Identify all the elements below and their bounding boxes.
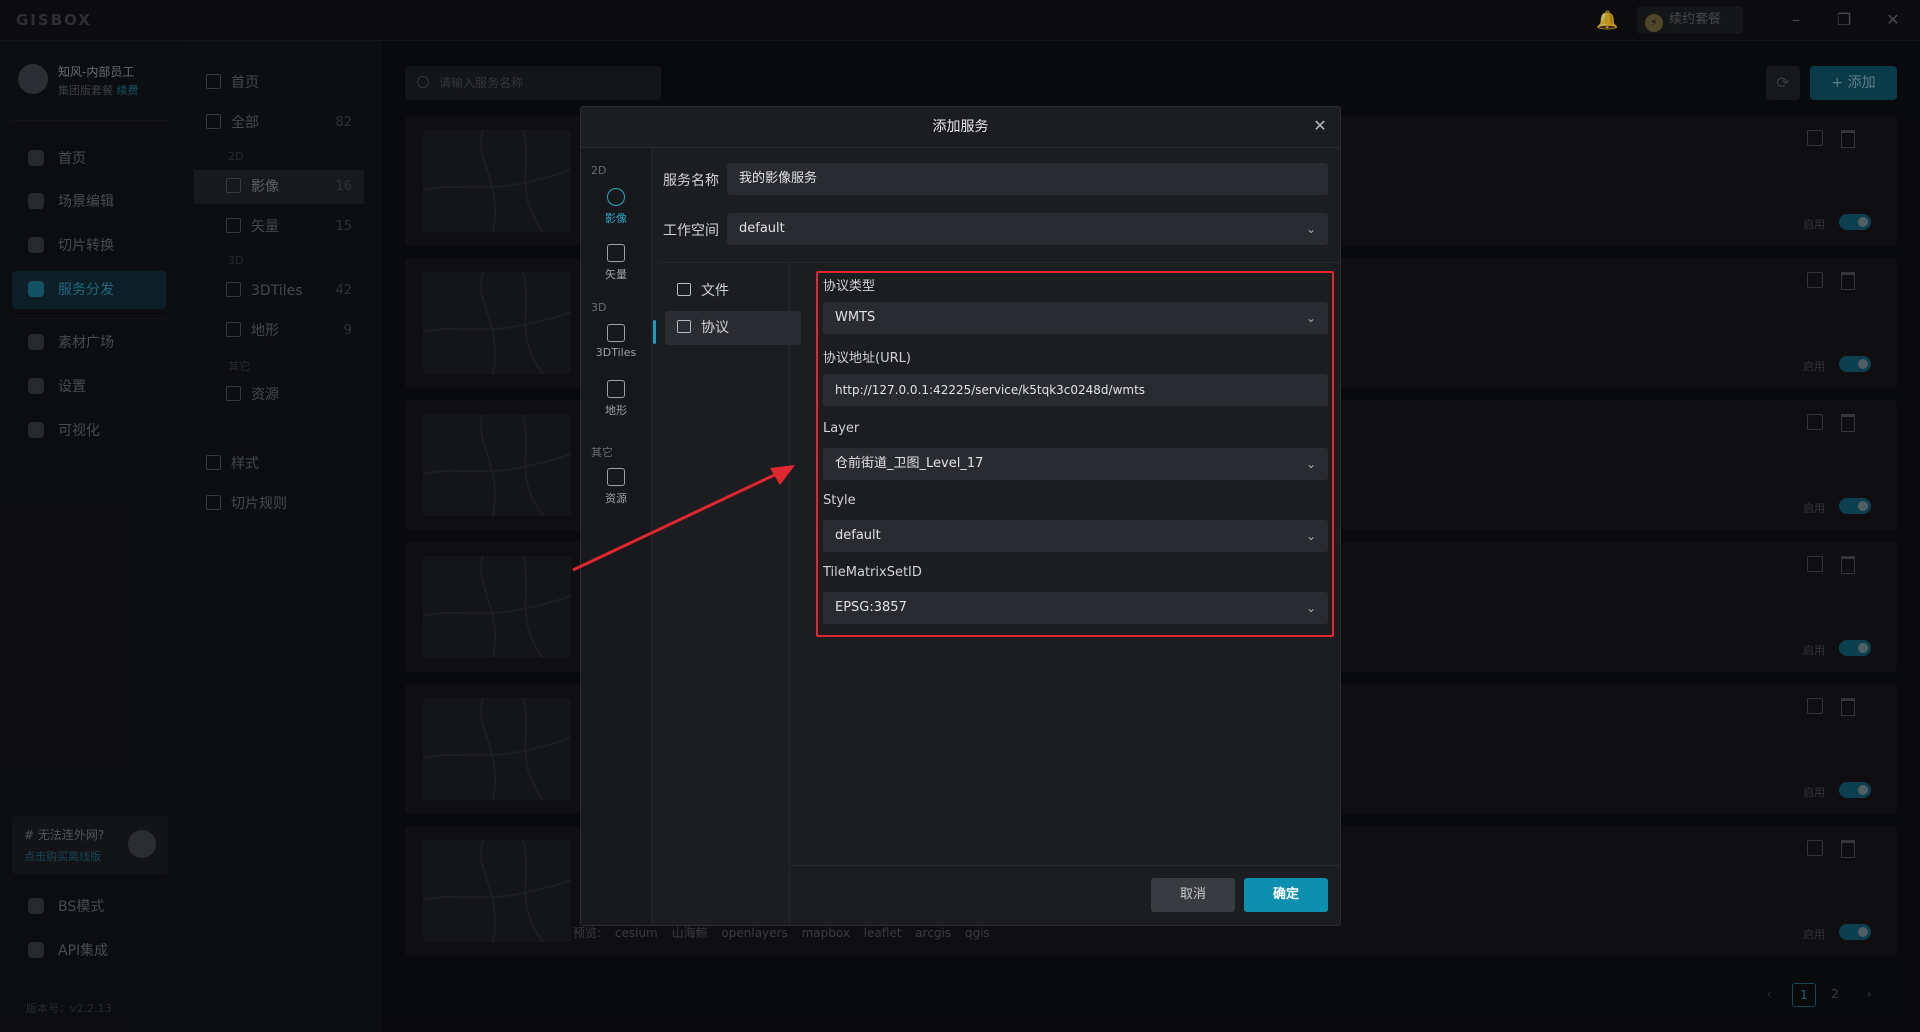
tab-protocol[interactable]: 协议: [665, 311, 801, 345]
type-group-2d: 2D: [591, 164, 607, 177]
workspace-select[interactable]: default ⌄: [727, 213, 1328, 245]
resource-icon: [607, 468, 625, 486]
cube-icon: [607, 324, 625, 342]
chevron-down-icon: ⌄: [1305, 222, 1316, 236]
type-imagery[interactable]: 影像: [581, 188, 651, 226]
cancel-button[interactable]: 取消: [1151, 878, 1235, 912]
service-name-label: 服务名称: [663, 173, 719, 189]
dialog-footer-divider: [791, 865, 1340, 866]
type-3dtiles[interactable]: 3DTiles: [581, 324, 651, 359]
type-resource[interactable]: 资源: [581, 468, 651, 506]
folder-icon: [677, 283, 691, 296]
service-type-sidebar: 2D 影像 矢量 3D 3DTiles 地形 其它 资源: [581, 148, 652, 925]
protocol-icon: [677, 320, 691, 333]
source-tabs: [659, 262, 790, 926]
type-terrain[interactable]: 地形: [581, 380, 651, 418]
tab-file[interactable]: 文件: [665, 274, 801, 308]
type-group-other: 其它: [591, 446, 613, 459]
dialog-title: 添加服务: [581, 107, 1340, 148]
active-tab-indicator: [653, 320, 656, 344]
type-group-3d: 3D: [591, 301, 607, 314]
satellite-icon: [607, 188, 625, 206]
vector-icon: [607, 244, 625, 262]
confirm-button[interactable]: 确定: [1244, 878, 1328, 912]
mountain-icon: [607, 380, 625, 398]
workspace-label: 工作空间: [663, 223, 719, 239]
highlight-box: [816, 271, 1334, 637]
type-vector[interactable]: 矢量: [581, 244, 651, 282]
close-icon[interactable]: ✕: [1310, 116, 1330, 136]
service-name-input[interactable]: 我的影像服务: [727, 163, 1328, 195]
